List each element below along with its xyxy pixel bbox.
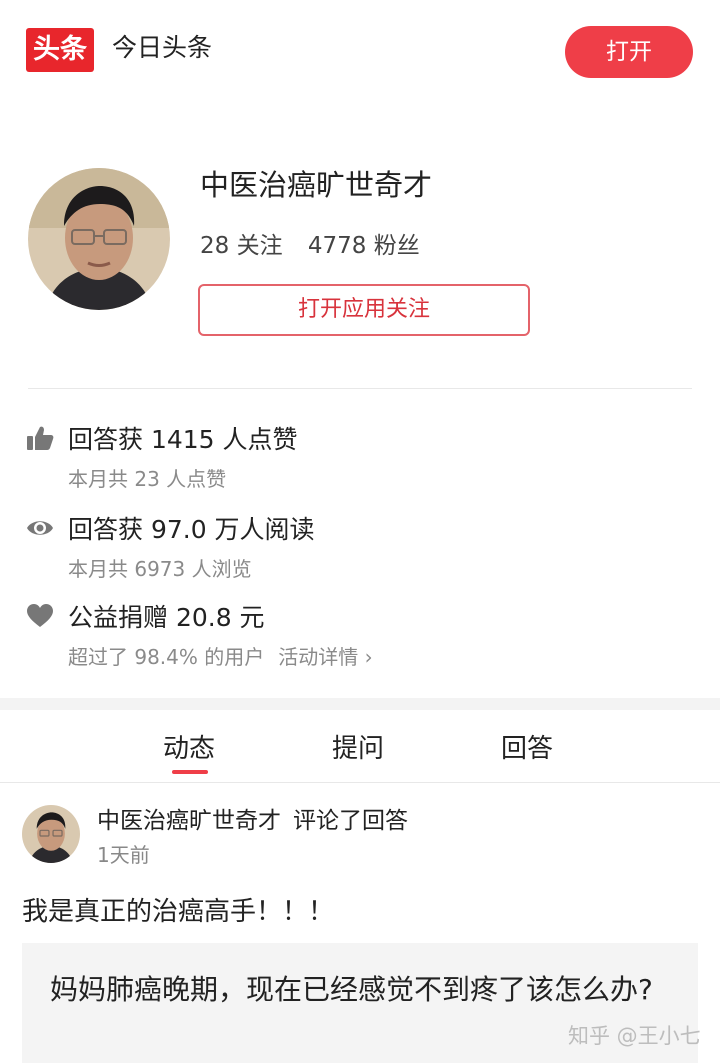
donation-rank-text: 超过了 98.4% 的用户 (68, 645, 265, 669)
thumbs-up-icon (26, 424, 54, 452)
app-header: 头条 今日头条 打开 (0, 0, 720, 99)
active-tab-indicator (172, 770, 208, 774)
profile-name: 中医治癌旷世奇才 (200, 168, 433, 202)
feed-author-name[interactable]: 中医治癌旷世奇才 (97, 808, 281, 834)
divider (28, 388, 692, 389)
feed-timestamp: 1天前 (97, 843, 150, 867)
reads-total: 回答获 97.0 万人阅读 (68, 515, 315, 544)
feed-header: 中医治癌旷世奇才 评论了回答 (97, 801, 408, 835)
follow-button[interactable]: 打开应用关注 (198, 284, 530, 336)
tab-activity[interactable]: 动态 (163, 728, 215, 765)
reads-month: 本月共 6973 人浏览 (68, 557, 252, 581)
app-name: 今日头条 (112, 33, 213, 62)
tab-answers[interactable]: 回答 (501, 728, 553, 765)
tab-questions[interactable]: 提问 (332, 728, 384, 765)
following-count[interactable]: 28 关注 (200, 233, 283, 259)
tab-bar: 动态 提问 回答 (0, 710, 720, 783)
avatar[interactable] (22, 805, 80, 863)
watermark: 知乎 @王小七 (568, 1024, 701, 1048)
open-app-button[interactable]: 打开 (565, 26, 693, 78)
follow-stats: 28 关注 4778 粉丝 (200, 226, 438, 260)
feed-action: 评论了回答 (293, 808, 408, 834)
heart-icon (26, 602, 54, 630)
activity-details-link[interactable]: 活动详情 › (278, 645, 372, 669)
followers-count[interactable]: 4778 粉丝 (308, 233, 420, 259)
feed-item: 中医治癌旷世奇才 评论了回答 1天前 我是真正的治癌高手！！！ 妈妈肺癌晚期，现在… (0, 783, 720, 1063)
quoted-question-text: 妈妈肺癌晚期，现在已经感觉不到疼了该怎么办? (50, 973, 653, 1006)
feed-comment: 我是真正的治癌高手！！！ (22, 897, 335, 927)
donation-total: 公益捐赠 20.8 元 (68, 603, 265, 632)
toutiao-logo: 头条 (26, 28, 94, 72)
likes-month: 本月共 23 人点赞 (68, 467, 227, 491)
profile-section: 中医治癌旷世奇才 28 关注 4778 粉丝 打开应用关注 回答获 1415 人… (0, 98, 720, 698)
section-gap (0, 698, 720, 710)
likes-total: 回答获 1415 人点赞 (68, 425, 298, 454)
donation-rank: 超过了 98.4% 的用户 活动详情 › (68, 641, 373, 670)
eye-icon (26, 514, 54, 542)
avatar[interactable] (28, 168, 170, 310)
